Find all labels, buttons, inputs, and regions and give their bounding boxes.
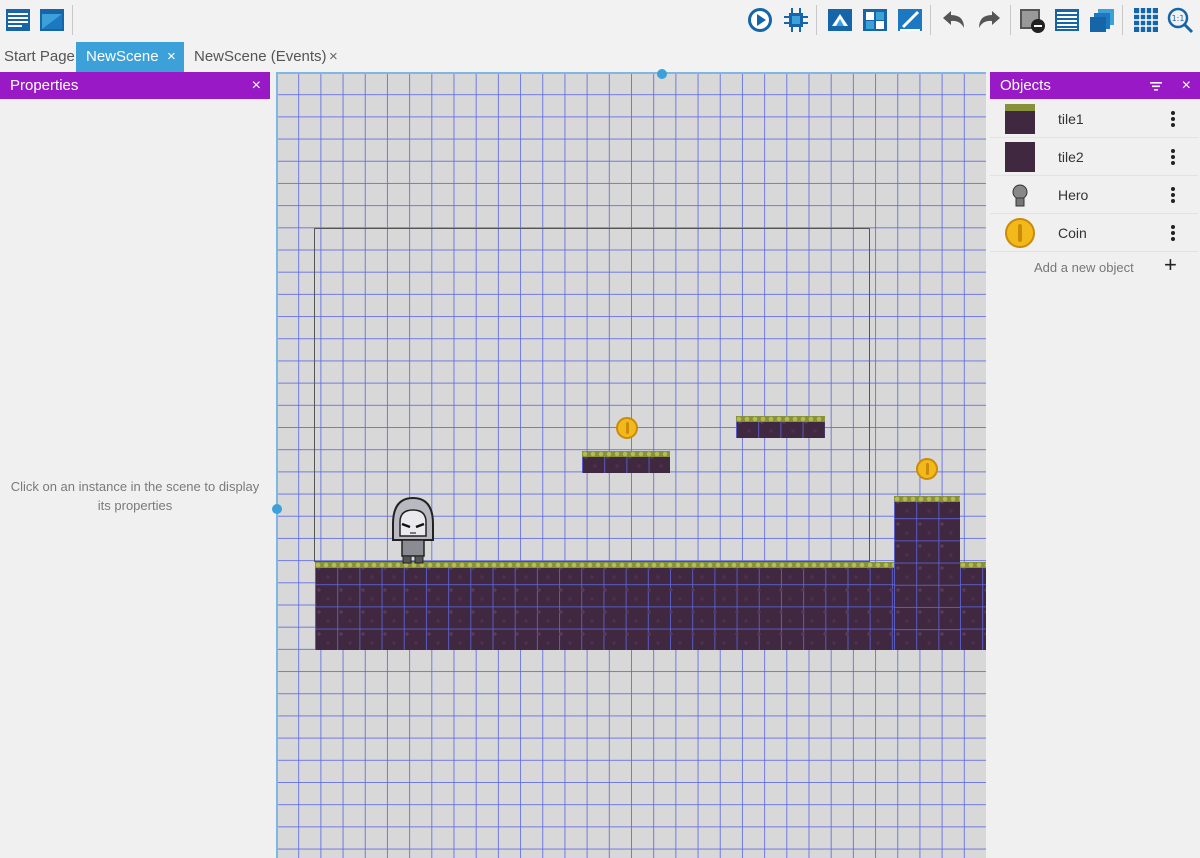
scene-left-edge [276, 72, 278, 858]
undo-icon[interactable] [940, 6, 968, 34]
coin-thumbnail-icon [1005, 218, 1035, 248]
tile2-thumbnail-icon [1005, 142, 1035, 172]
layer-editor-icon[interactable] [826, 6, 854, 34]
objects-header: Objects × [990, 72, 1200, 99]
raised-block[interactable] [894, 496, 960, 650]
project-manager-icon[interactable] [4, 6, 32, 34]
zoom-icon[interactable]: 1:1 [1166, 6, 1194, 34]
layers-icon[interactable] [1088, 6, 1116, 34]
scene-top-edge [276, 72, 986, 74]
object-item-tile2[interactable]: tile2 [990, 138, 1198, 176]
grass-strip [894, 496, 960, 502]
tab-newscene-events[interactable]: NewScene (Events) × [184, 42, 350, 72]
coin-instance[interactable] [916, 458, 938, 480]
tab-bar: Start Page NewScene × NewScene (Events) … [0, 40, 1200, 72]
preview-icon[interactable] [746, 6, 774, 34]
more-options-icon[interactable] [1170, 110, 1176, 128]
more-options-icon[interactable] [1170, 186, 1176, 204]
tab-newscene[interactable]: NewScene × [76, 42, 184, 72]
scene-list-icon[interactable] [38, 6, 66, 34]
object-name: Hero [1058, 187, 1089, 203]
object-editor-icon[interactable] [896, 6, 924, 34]
properties-panel: Properties × Click on an instance in the… [0, 72, 270, 858]
toolbar-separator [1122, 5, 1123, 35]
add-new-object-label[interactable]: Add a new object [1034, 260, 1134, 275]
close-icon[interactable]: × [1182, 72, 1191, 99]
properties-header: Properties × [0, 72, 270, 99]
hero-thumbnail-icon [1005, 180, 1035, 210]
tile1-thumbnail-icon [1005, 104, 1035, 134]
scene-canvas[interactable] [276, 72, 986, 858]
main-toolbar: 1:1 [0, 0, 1200, 40]
hero-sprite [392, 496, 434, 564]
grass-strip [960, 562, 986, 568]
scene-properties-icon[interactable] [1018, 6, 1046, 34]
tab-label: NewScene [86, 48, 159, 65]
instances-list-icon[interactable] [1053, 6, 1081, 34]
instances-icon[interactable] [861, 6, 889, 34]
tab-label: NewScene (Events) [194, 48, 327, 65]
object-name: Coin [1058, 225, 1087, 241]
panel-title: Objects [1000, 77, 1051, 94]
more-options-icon[interactable] [1170, 148, 1176, 166]
filter-icon[interactable] [1148, 72, 1164, 103]
object-item-tile1[interactable]: tile1 [990, 100, 1198, 138]
coin-instance[interactable] [616, 417, 638, 439]
tab-label: Start Page [4, 48, 75, 65]
panel-title: Properties [10, 77, 79, 94]
ground-tiles-right[interactable] [960, 562, 986, 650]
close-icon[interactable]: × [167, 42, 176, 72]
object-item-coin[interactable]: Coin [990, 214, 1198, 252]
more-options-icon[interactable] [1170, 224, 1176, 242]
grid-icon[interactable] [1132, 6, 1160, 34]
close-icon[interactable]: × [329, 42, 338, 72]
properties-empty-message: Click on an instance in the scene to dis… [10, 479, 260, 513]
zoom-label: 1:1 [1172, 14, 1185, 23]
resize-handle-left[interactable] [272, 504, 282, 514]
toolbar-separator [930, 5, 931, 35]
grass-strip [582, 451, 670, 457]
object-item-hero[interactable]: Hero [990, 176, 1198, 214]
object-name: tile1 [1058, 111, 1084, 127]
toolbar-separator [72, 5, 73, 35]
objects-panel: Objects × tile1 tile2 Hero Coin Add a ne… [990, 72, 1200, 858]
close-icon[interactable]: × [252, 72, 261, 99]
ground-tiles[interactable] [315, 562, 895, 650]
debug-icon[interactable] [782, 6, 810, 34]
toolbar-separator [1010, 5, 1011, 35]
floating-platform[interactable] [736, 416, 825, 438]
resize-handle-top[interactable] [657, 69, 667, 79]
object-name: tile2 [1058, 149, 1084, 165]
grass-strip [736, 416, 825, 422]
hero-instance[interactable] [388, 496, 438, 564]
floating-platform[interactable] [582, 451, 670, 473]
toolbar-separator [816, 5, 817, 35]
redo-icon[interactable] [975, 6, 1003, 34]
tab-start-page[interactable]: Start Page [0, 42, 76, 72]
add-object-plus-icon[interactable]: + [1164, 254, 1177, 276]
